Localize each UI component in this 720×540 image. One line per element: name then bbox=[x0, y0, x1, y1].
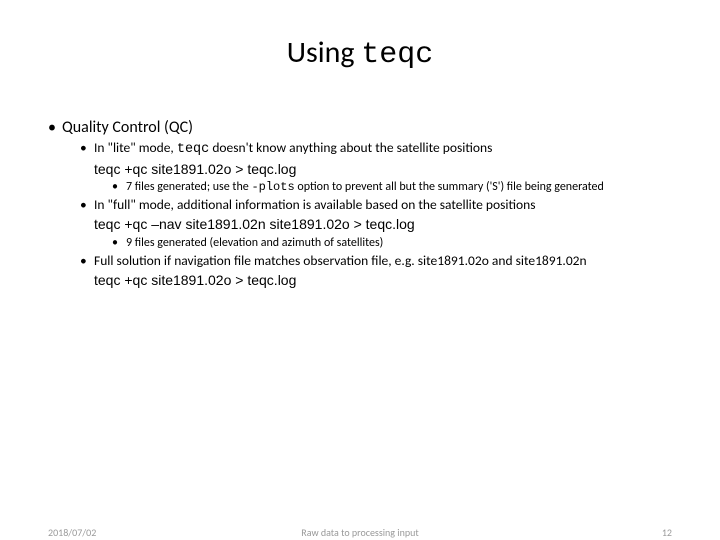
lite-cmd: teqc +qc site1891.02o > teqc.log bbox=[94, 161, 672, 179]
fullsol-f2: site1891.02n bbox=[516, 252, 587, 269]
bullet-lite-files: 7 files generated; use the -plots option… bbox=[112, 180, 672, 195]
lite-files-mono: -plots bbox=[251, 180, 294, 194]
fullsol-mid: and bbox=[489, 252, 516, 269]
qc-heading: Quality Control (QC) bbox=[62, 118, 193, 137]
fullsol-cmd: teqc +qc site1891.02o > teqc.log bbox=[94, 272, 672, 290]
lite-post: doesn't know anything about the satellit… bbox=[209, 139, 492, 156]
lite-files-post: option to prevent all but the summary ('… bbox=[295, 180, 604, 194]
title-cmd: teqc bbox=[361, 38, 433, 72]
footer-title: Raw data to processing input bbox=[0, 526, 720, 539]
lite-pre: In "lite" mode, bbox=[94, 139, 177, 156]
footer-page: 12 bbox=[662, 526, 672, 539]
bullet-list: Quality Control (QC) In "lite" mode, teq… bbox=[48, 118, 672, 289]
bullet-lite: In "lite" mode, teqc doesn't know anythi… bbox=[80, 140, 672, 195]
lite-mono: teqc bbox=[177, 142, 209, 157]
fullsol-pre1: Full solution if navigation file matches… bbox=[94, 252, 418, 269]
bullet-qc: Quality Control (QC) In "lite" mode, teq… bbox=[48, 118, 672, 289]
title-prefix: Using bbox=[287, 34, 362, 71]
lite-files-pre: 7 files generated; use the bbox=[126, 180, 251, 194]
fullsol-f1: site1891.02o bbox=[418, 252, 489, 269]
full-cmd: teqc +qc –nav site1891.02n site1891.02o … bbox=[94, 216, 672, 234]
slide-body: Quality Control (QC) In "lite" mode, teq… bbox=[0, 82, 720, 289]
slide: Using teqc Quality Control (QC) In "lite… bbox=[0, 0, 720, 540]
full-files-text: 9 files generated (elevation and azimuth… bbox=[126, 236, 383, 250]
slide-title: Using teqc bbox=[0, 0, 720, 82]
sublist-lite: 7 files generated; use the -plots option… bbox=[112, 180, 672, 195]
full-text: In "full" mode, additional information i… bbox=[94, 196, 536, 213]
sublist-full: 9 files generated (elevation and azimuth… bbox=[112, 236, 672, 251]
bullet-full: In "full" mode, additional information i… bbox=[80, 197, 672, 250]
sublist-qc: In "lite" mode, teqc doesn't know anythi… bbox=[80, 140, 672, 289]
bullet-fullsol: Full solution if navigation file matches… bbox=[80, 253, 672, 289]
bullet-full-files: 9 files generated (elevation and azimuth… bbox=[112, 236, 672, 251]
